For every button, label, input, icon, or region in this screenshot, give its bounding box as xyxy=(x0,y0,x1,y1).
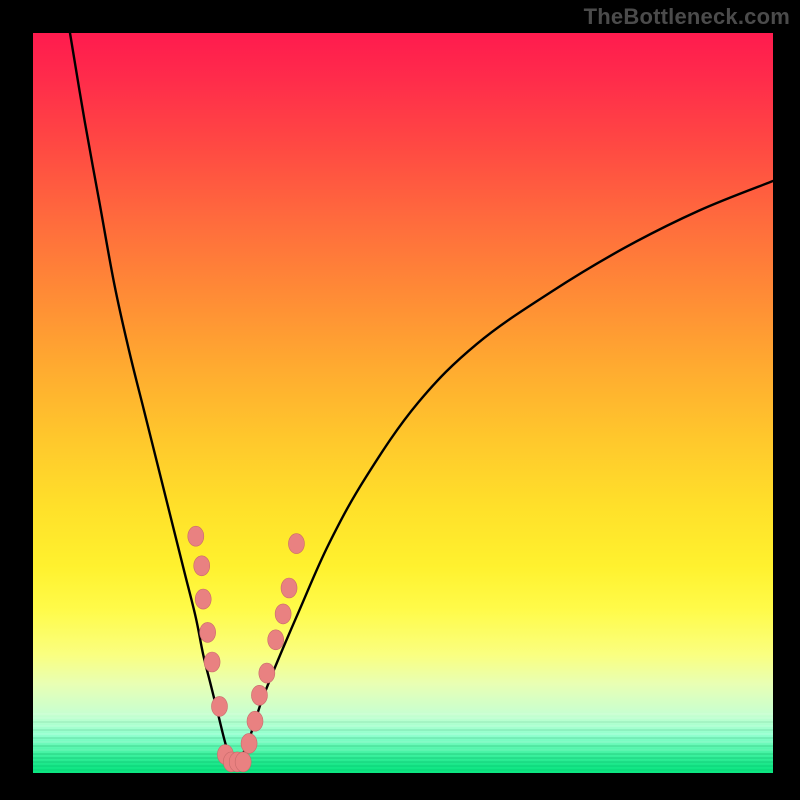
marker-point xyxy=(268,630,284,650)
marker-point xyxy=(200,622,216,642)
marker-point xyxy=(241,733,257,753)
plot-area xyxy=(33,33,773,773)
marker-point xyxy=(195,589,211,609)
chart-frame: TheBottleneck.com xyxy=(0,0,800,800)
marker-point xyxy=(211,696,227,716)
marker-point xyxy=(259,663,275,683)
marker-point xyxy=(251,685,267,705)
watermark-label: TheBottleneck.com xyxy=(584,4,790,30)
bottleneck-curve xyxy=(70,33,773,766)
highlight-markers xyxy=(188,526,305,772)
marker-point xyxy=(194,556,210,576)
marker-point xyxy=(288,534,304,554)
marker-point xyxy=(281,578,297,598)
marker-point xyxy=(275,604,291,624)
marker-point xyxy=(247,711,263,731)
marker-point xyxy=(204,652,220,672)
marker-point xyxy=(235,752,251,772)
curve-layer xyxy=(33,33,773,773)
marker-point xyxy=(188,526,204,546)
